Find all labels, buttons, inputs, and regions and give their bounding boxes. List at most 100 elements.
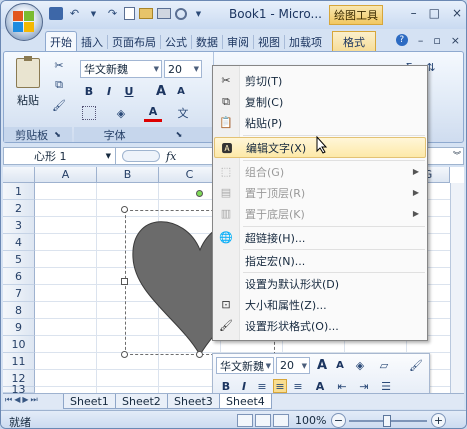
menu-item-bring-to-front[interactable]: ▤ 置于顶层(R) ▶ bbox=[213, 182, 427, 203]
ribbon-close-icon[interactable]: × bbox=[451, 34, 460, 47]
menu-item-cut[interactable]: ✂ 剪切(T) bbox=[213, 70, 427, 91]
rotate-handle[interactable] bbox=[196, 190, 203, 197]
copy-icon[interactable]: ⧉ bbox=[52, 78, 66, 92]
row-header[interactable]: 9 bbox=[3, 319, 35, 336]
sheet-tab-active[interactable]: Sheet4 bbox=[219, 394, 272, 409]
normal-view-button[interactable] bbox=[237, 414, 253, 427]
grow-font-button[interactable]: A bbox=[152, 82, 170, 100]
mini-font-size-select[interactable]: 20 ▼ bbox=[276, 357, 310, 374]
sheet-tab[interactable]: Sheet3 bbox=[167, 394, 220, 409]
row-header[interactable]: 3 bbox=[3, 217, 35, 234]
menu-item-set-default[interactable]: 设置为默认形状(D) bbox=[213, 273, 427, 294]
row-header[interactable]: 2 bbox=[3, 200, 35, 217]
zoom-slider-thumb[interactable] bbox=[383, 415, 391, 427]
mini-format-painter-icon[interactable]: 🖌 bbox=[409, 358, 423, 372]
resize-handle[interactable] bbox=[121, 206, 128, 213]
shrink-font-button[interactable]: A bbox=[172, 82, 190, 100]
menu-item-paste[interactable]: 📋 粘贴(P) bbox=[213, 112, 427, 133]
zoom-in-button[interactable]: + bbox=[431, 413, 446, 428]
menu-item-send-to-back[interactable]: ▥ 置于底层(K) ▶ bbox=[213, 203, 427, 224]
column-header[interactable]: A bbox=[35, 167, 97, 183]
prev-sheet-icon[interactable]: ◀ bbox=[14, 395, 20, 405]
tab-addins[interactable]: 加载项 bbox=[285, 31, 326, 52]
undo-icon[interactable]: ↶ bbox=[67, 6, 82, 21]
print-preview-icon[interactable] bbox=[175, 7, 187, 20]
tab-insert[interactable]: 插入 bbox=[77, 31, 107, 52]
page-layout-view-button[interactable] bbox=[255, 414, 271, 427]
fx-icon[interactable]: fx bbox=[166, 150, 176, 163]
menu-item-size-properties[interactable]: ⊡ 大小和属性(Z)... bbox=[213, 294, 427, 315]
italic-button[interactable]: I bbox=[100, 82, 118, 100]
menu-item-copy[interactable]: ⧉ 复制(C) bbox=[213, 91, 427, 112]
tab-formulas[interactable]: 公式 bbox=[161, 31, 191, 52]
tab-home[interactable]: 开始 bbox=[45, 31, 77, 52]
tab-view[interactable]: 视图 bbox=[254, 31, 284, 52]
mini-grow-font-button[interactable]: A bbox=[313, 356, 331, 374]
border-icon[interactable] bbox=[82, 106, 96, 120]
ribbon-restore-icon[interactable]: ▫ bbox=[433, 34, 440, 47]
resize-handle[interactable] bbox=[121, 351, 128, 358]
fill-color-icon[interactable]: ◈ bbox=[114, 106, 128, 120]
vertical-scrollbar[interactable] bbox=[450, 183, 464, 393]
customize-qat-icon[interactable]: ▼ bbox=[191, 6, 206, 21]
cut-icon[interactable]: ✂ bbox=[52, 58, 66, 72]
formula-collapse-icon[interactable] bbox=[122, 150, 160, 162]
menu-item-hyperlink[interactable]: 🌐 超链接(H)... bbox=[213, 227, 427, 248]
row-header[interactable]: 4 bbox=[3, 234, 35, 251]
select-all-corner[interactable] bbox=[3, 167, 35, 183]
office-button[interactable] bbox=[5, 3, 43, 41]
mini-line-color-icon[interactable]: ▱ bbox=[377, 358, 391, 372]
open-icon[interactable] bbox=[139, 8, 153, 19]
paste-button[interactable]: 粘贴 bbox=[11, 56, 45, 108]
tab-review[interactable]: 审阅 bbox=[223, 31, 253, 52]
tab-format[interactable]: 格式 bbox=[332, 31, 376, 52]
resize-handle[interactable] bbox=[196, 351, 203, 358]
row-header[interactable]: 11 bbox=[3, 353, 35, 370]
row-header[interactable]: 7 bbox=[3, 285, 35, 302]
close-button[interactable]: × bbox=[452, 6, 462, 20]
row-header[interactable]: 10 bbox=[3, 336, 35, 353]
print-icon[interactable] bbox=[157, 8, 171, 19]
page-break-view-button[interactable] bbox=[273, 414, 289, 427]
menu-item-assign-macro[interactable]: 指定宏(N)... bbox=[213, 250, 427, 271]
bullets-icon[interactable]: ☰ bbox=[379, 379, 393, 393]
menu-item-format-shape[interactable]: 🖌 设置形状格式(O)... bbox=[213, 315, 427, 336]
save-icon[interactable] bbox=[49, 7, 63, 20]
font-phonetic-icon[interactable]: 文 bbox=[176, 106, 190, 120]
mini-shrink-font-button[interactable]: A bbox=[331, 356, 349, 374]
new-icon[interactable] bbox=[124, 7, 135, 20]
last-sheet-icon[interactable]: ⏭ bbox=[31, 395, 38, 405]
zoom-out-button[interactable]: − bbox=[331, 413, 346, 428]
row-header[interactable]: 6 bbox=[3, 268, 35, 285]
underline-button[interactable]: U bbox=[120, 82, 138, 100]
redo-icon[interactable]: ↷ bbox=[105, 6, 120, 21]
expand-formula-icon[interactable]: ︾ bbox=[453, 150, 461, 161]
increase-indent-icon[interactable]: ⇥ bbox=[357, 379, 371, 393]
decrease-indent-icon[interactable]: ⇤ bbox=[335, 379, 349, 393]
chevron-down-icon[interactable]: ▼ bbox=[86, 6, 101, 21]
align-left-icon[interactable]: ≡ bbox=[255, 379, 269, 393]
tab-data[interactable]: 数据 bbox=[192, 31, 222, 52]
sheet-tab[interactable]: Sheet1 bbox=[63, 394, 116, 409]
mini-fill-color-icon[interactable]: ◈ bbox=[353, 358, 367, 372]
help-icon[interactable]: ? bbox=[395, 34, 408, 46]
zoom-level[interactable]: 100% bbox=[295, 414, 326, 427]
font-size-select[interactable]: 20 ▼ bbox=[164, 60, 202, 78]
ribbon-minimize-icon[interactable]: – bbox=[418, 34, 424, 47]
next-sheet-icon[interactable]: ▶ bbox=[22, 395, 28, 405]
column-header[interactable]: B bbox=[97, 167, 159, 183]
resize-handle[interactable] bbox=[121, 278, 128, 285]
format-painter-icon[interactable]: 🖌 bbox=[52, 98, 66, 112]
sheet-tab[interactable]: Sheet2 bbox=[115, 394, 168, 409]
row-header[interactable]: 5 bbox=[3, 251, 35, 268]
font-color-button[interactable]: A bbox=[144, 104, 162, 122]
bold-button[interactable]: B bbox=[80, 82, 98, 100]
align-center-icon[interactable]: ≡ bbox=[273, 379, 287, 393]
align-right-icon[interactable]: ≡ bbox=[291, 379, 305, 393]
first-sheet-icon[interactable]: ⏮ bbox=[5, 395, 12, 405]
minimize-button[interactable]: – bbox=[411, 6, 417, 20]
restore-button[interactable]: □ bbox=[429, 6, 440, 20]
menu-item-group[interactable]: ⬚ 组合(G) ▶ bbox=[213, 161, 427, 182]
font-name-select[interactable]: 华文新魏 ▼ bbox=[80, 60, 162, 78]
row-header[interactable]: 8 bbox=[3, 302, 35, 319]
